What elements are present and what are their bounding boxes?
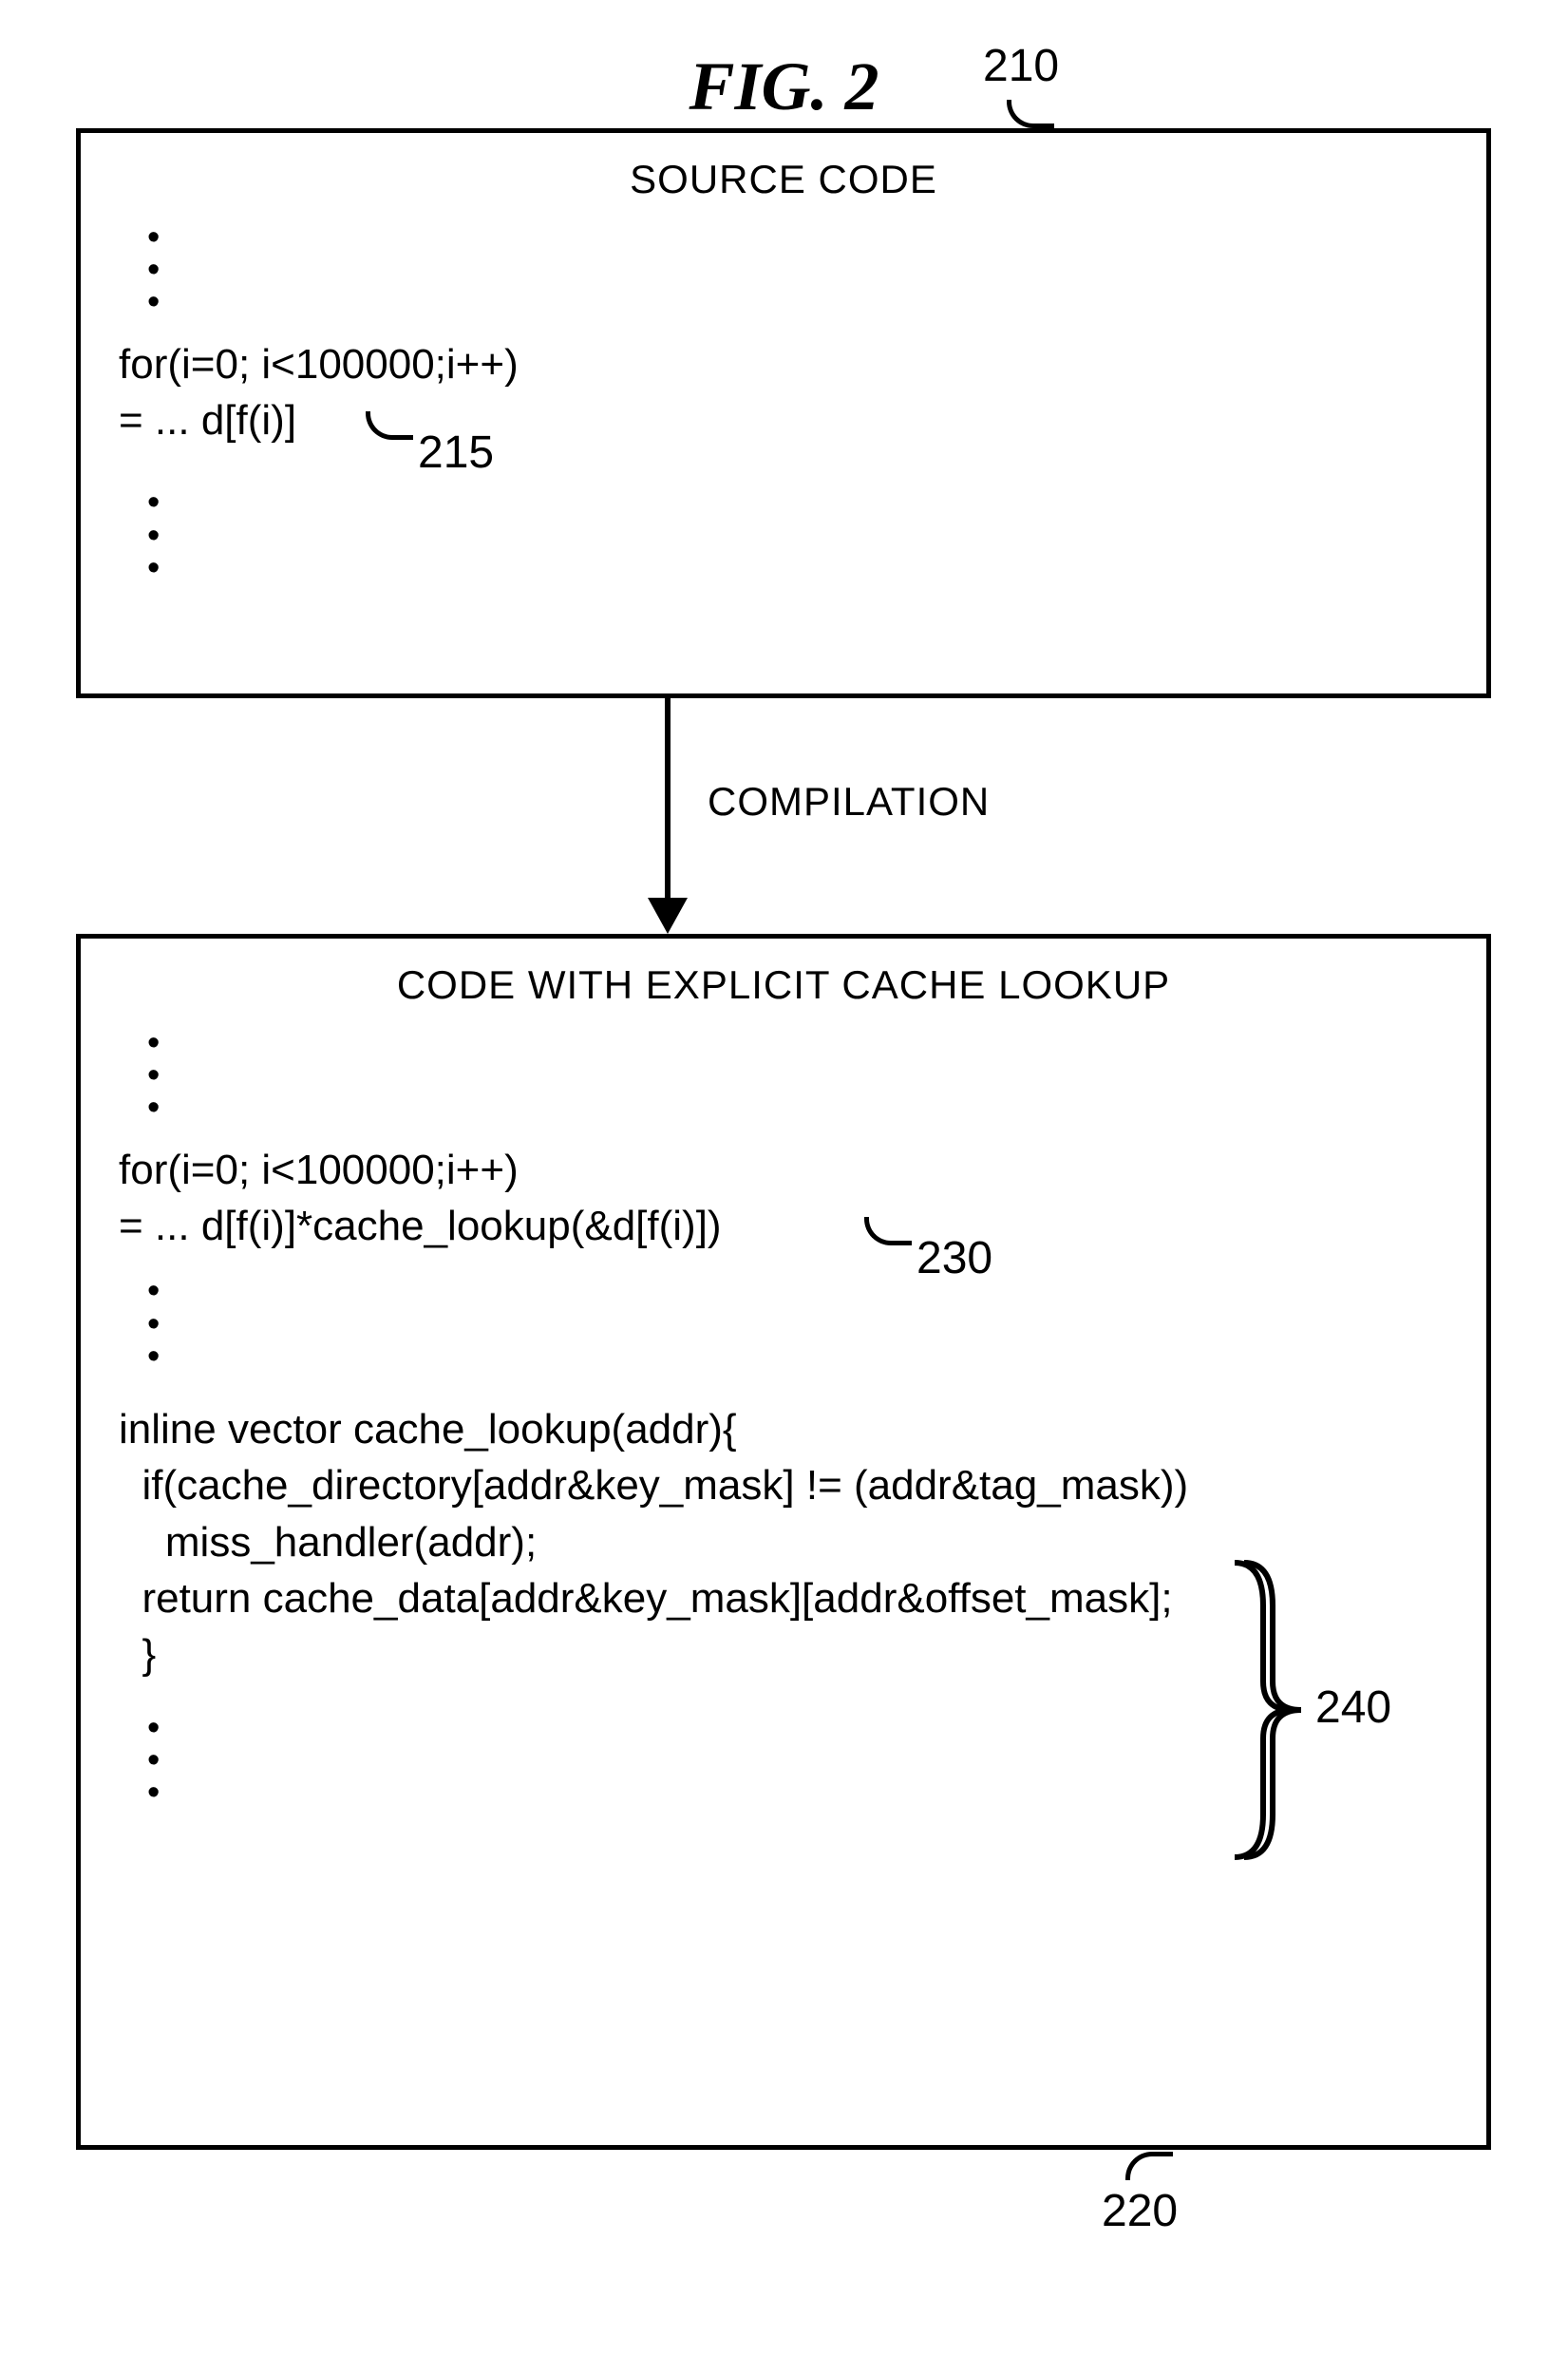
- arrow-head-icon: [648, 898, 688, 934]
- src-line-1: for(i=0; i<100000;i++): [119, 336, 1448, 392]
- source-code-body: ••• for(i=0; i<100000;i++) = ... d[f(i)]…: [81, 221, 1486, 603]
- fn-line-1: inline vector cache_lookup(addr){: [119, 1401, 1448, 1457]
- ref-215-label: 215: [418, 423, 494, 484]
- ref-215-hook: [366, 411, 413, 440]
- src-line-2: = ... d[f(i)]: [119, 397, 296, 444]
- ellipsis-bottom-1: •••: [119, 486, 1448, 584]
- arrow-shaft: [665, 698, 671, 902]
- ellipsis-mid-2: •••: [119, 1275, 1448, 1373]
- ref-220-label: 220: [1102, 2185, 1178, 2237]
- compiled-code-box: CODE WITH EXPLICIT CACHE LOOKUP ••• for(…: [76, 934, 1491, 2150]
- ref-220-hook: [1125, 2152, 1173, 2180]
- ref-210-label: 210: [983, 40, 1059, 92]
- source-code-box: SOURCE CODE ••• for(i=0; i<100000;i++) =…: [76, 128, 1491, 698]
- comp-line-1: for(i=0; i<100000;i++): [119, 1142, 1448, 1198]
- figure-title: FIG. 2: [0, 47, 1568, 126]
- compiled-code-title: CODE WITH EXPLICIT CACHE LOOKUP: [81, 962, 1486, 1008]
- ellipsis-top-1: •••: [119, 221, 1448, 319]
- compilation-label: COMPILATION: [708, 779, 990, 825]
- ellipsis-top-2: •••: [119, 1027, 1448, 1125]
- brace-240-icon: [1225, 1558, 1311, 1862]
- comp-line-2: = ... d[f(i)]*cache_lookup(&d[f(i)]): [119, 1203, 722, 1249]
- ref-230-label: 230: [916, 1228, 992, 1290]
- ref-240-label: 240: [1315, 1681, 1391, 1734]
- source-code-title: SOURCE CODE: [81, 157, 1486, 202]
- diagram-page: FIG. 2 210 SOURCE CODE ••• for(i=0; i<10…: [0, 0, 1568, 2355]
- fn-line-2: if(cache_directory[addr&key_mask] != (ad…: [119, 1457, 1448, 1513]
- ref-230-hook: [864, 1217, 912, 1245]
